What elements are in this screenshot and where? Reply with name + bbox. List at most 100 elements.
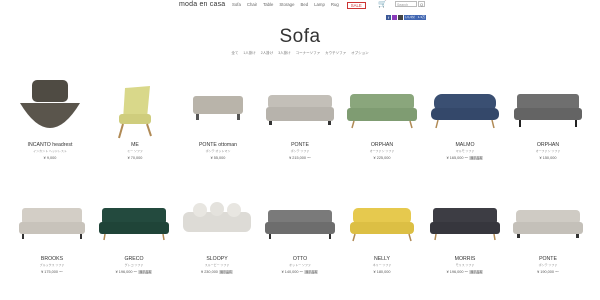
main-nav: Sofa Chair Table Storage Bed Lamp Rug SA… <box>232 2 366 9</box>
nav-storage[interactable]: Storage <box>279 2 294 9</box>
product-card[interactable]: PONTE ポンテ ソファ ¥ 215,000 〜 <box>260 78 340 161</box>
product-card[interactable]: PONTE ポンテ ソファ ¥ 190,000 〜 <box>508 196 588 275</box>
product-name[interactable]: BROOKS <box>12 256 92 262</box>
product-kana: モリス ソファ <box>455 263 475 267</box>
product-card[interactable]: OTTO オットー ソファ ¥ 140,000 〜展示品有 <box>260 196 340 275</box>
product-kana: ミー ソファ <box>127 149 143 153</box>
facebook-icon[interactable]: f <box>386 15 391 20</box>
product-name[interactable]: PONTE <box>260 142 340 148</box>
site-logo[interactable]: moda en casa <box>179 1 225 8</box>
filter-3seater[interactable]: 3人掛け <box>278 51 290 55</box>
product-card[interactable]: GRECO グレコ ソファ ¥ 196,000 〜展示品有 <box>94 196 174 275</box>
nav-bed[interactable]: Bed <box>300 2 308 9</box>
product-image[interactable] <box>12 196 92 254</box>
product-price: ¥ 175,000 〜 <box>41 270 63 274</box>
filter-2seater[interactable]: 2人掛け <box>261 51 273 55</box>
product-price: ¥ 215,000 〜 <box>289 156 311 160</box>
product-name[interactable]: MORRIS <box>425 256 505 262</box>
product-image[interactable] <box>178 78 258 140</box>
product-price: ¥ 9,000 <box>43 156 57 160</box>
product-image[interactable] <box>10 78 90 140</box>
product-card[interactable]: BROOKS ブルックス ソファ ¥ 175,000 〜 <box>12 196 92 275</box>
product-image[interactable] <box>260 196 340 254</box>
status-badge: 展示品有 <box>304 270 319 274</box>
product-name[interactable]: OTTO <box>260 256 340 262</box>
product-name[interactable]: ME <box>95 142 175 148</box>
product-kana: マルモ ソファ <box>455 149 475 153</box>
product-card[interactable]: INCANTO headrest インカント ヘッドレスト ¥ 9,000 <box>10 78 90 160</box>
nav-chair[interactable]: Chair <box>247 2 257 9</box>
product-kana: オットー ソファ <box>289 263 311 267</box>
product-card[interactable]: ORPHAN オーファン ソファ ¥ 150,000 <box>508 78 588 160</box>
nav-sofa[interactable]: Sofa <box>232 2 241 9</box>
nav-lamp[interactable]: Lamp <box>314 2 325 9</box>
product-name[interactable]: ORPHAN <box>508 142 588 148</box>
site-header: moda en casa Sofa Chair Table Storage Be… <box>0 0 600 12</box>
product-price: ¥ 196,000 〜展示品有 <box>115 270 153 274</box>
product-kana: スルーピー ソファ <box>204 263 230 267</box>
product-image[interactable] <box>425 196 505 254</box>
product-image[interactable] <box>94 196 174 254</box>
nav-table[interactable]: Table <box>263 2 273 9</box>
product-card[interactable]: PONTE ottoman ポンテ オットマン ¥ 55,000 <box>178 78 258 160</box>
product-image[interactable] <box>342 78 422 140</box>
product-kana: ポンテ ソファ <box>290 149 310 153</box>
product-price: ¥ 165,000 〜展示品有 <box>446 156 484 160</box>
product-name[interactable]: GRECO <box>94 256 174 262</box>
filter-couch[interactable]: カウチソファ <box>325 51 346 55</box>
page-title: Sofa <box>279 26 321 47</box>
product-name[interactable]: SLOOPY <box>177 256 257 262</box>
product-price: ¥ 180,000 <box>373 270 391 274</box>
product-image[interactable] <box>425 78 505 140</box>
product-image[interactable] <box>342 196 422 254</box>
product-price: ¥ 150,000 <box>539 156 557 160</box>
product-card[interactable]: ME ミー ソファ ¥ 70,000 <box>95 78 175 160</box>
status-badge: 展示品有 <box>469 156 484 160</box>
instagram-icon[interactable] <box>392 15 397 20</box>
product-price: ¥ 196,000 〜展示品有 <box>446 270 484 274</box>
filter-corner[interactable]: コーナーソファ <box>296 51 321 55</box>
product-card[interactable]: NELLY ネリー ソファ ¥ 180,000 <box>342 196 422 274</box>
product-image[interactable] <box>260 78 340 140</box>
product-image[interactable] <box>508 78 588 140</box>
product-image[interactable] <box>177 196 257 254</box>
product-kana: ポンテ オットマン <box>205 149 231 153</box>
social-links: f いいね！ 1.3万 <box>386 15 426 20</box>
status-badge: 展示品有 <box>218 270 233 274</box>
nav-sale[interactable]: SALE <box>346 2 366 9</box>
product-price: ¥ 225,000 <box>373 156 391 160</box>
product-name[interactable]: PONTE ottoman <box>178 142 258 148</box>
product-name[interactable]: PONTE <box>508 256 588 262</box>
product-kana: オーファン ソファ <box>535 149 561 153</box>
product-kana: インカント ヘッドレスト <box>33 149 67 153</box>
product-price: ¥ 55,000 <box>210 156 226 160</box>
product-image[interactable] <box>508 196 588 254</box>
product-price: ¥ 140,000 〜展示品有 <box>281 270 319 274</box>
status-badge: 展示品有 <box>469 270 484 274</box>
product-card[interactable]: MORRIS モリス ソファ ¥ 196,000 〜展示品有 <box>425 196 505 275</box>
product-price: ¥ 190,000 〜 <box>537 270 559 274</box>
facebook-like-button[interactable]: いいね！ 1.3万 <box>404 15 426 20</box>
cart-icon[interactable]: 🛒 <box>378 0 387 8</box>
product-kana: オーファン ソファ <box>369 149 395 153</box>
product-card[interactable]: SLOOPY スルーピー ソファ ¥ 230,000 展示品有 <box>177 196 257 274</box>
filter-all[interactable]: 全て <box>231 51 238 55</box>
share-icon[interactable] <box>398 15 403 20</box>
product-name[interactable]: NELLY <box>342 256 422 262</box>
product-name[interactable]: INCANTO headrest <box>10 142 90 148</box>
product-name[interactable]: MALMO <box>425 142 505 148</box>
product-price: ¥ 230,000 展示品有 <box>201 270 233 274</box>
product-kana: ブルックス ソファ <box>39 263 65 267</box>
product-card[interactable]: MALMO マルモ ソファ ¥ 165,000 〜展示品有 <box>425 78 505 161</box>
search-button[interactable]: Q <box>418 1 425 7</box>
product-kana: グレコ ソファ <box>124 263 144 267</box>
product-image[interactable] <box>95 78 175 140</box>
status-badge: 展示品有 <box>138 270 153 274</box>
search-input[interactable]: Search <box>395 1 417 7</box>
nav-rug[interactable]: Rug <box>331 2 339 9</box>
product-name[interactable]: ORPHAN <box>342 142 422 148</box>
product-card[interactable]: ORPHAN オーファン ソファ ¥ 225,000 <box>342 78 422 160</box>
filter-1seater[interactable]: 1人掛け <box>243 51 255 55</box>
product-price: ¥ 70,000 <box>127 156 143 160</box>
filter-option[interactable]: オプション <box>351 51 369 55</box>
